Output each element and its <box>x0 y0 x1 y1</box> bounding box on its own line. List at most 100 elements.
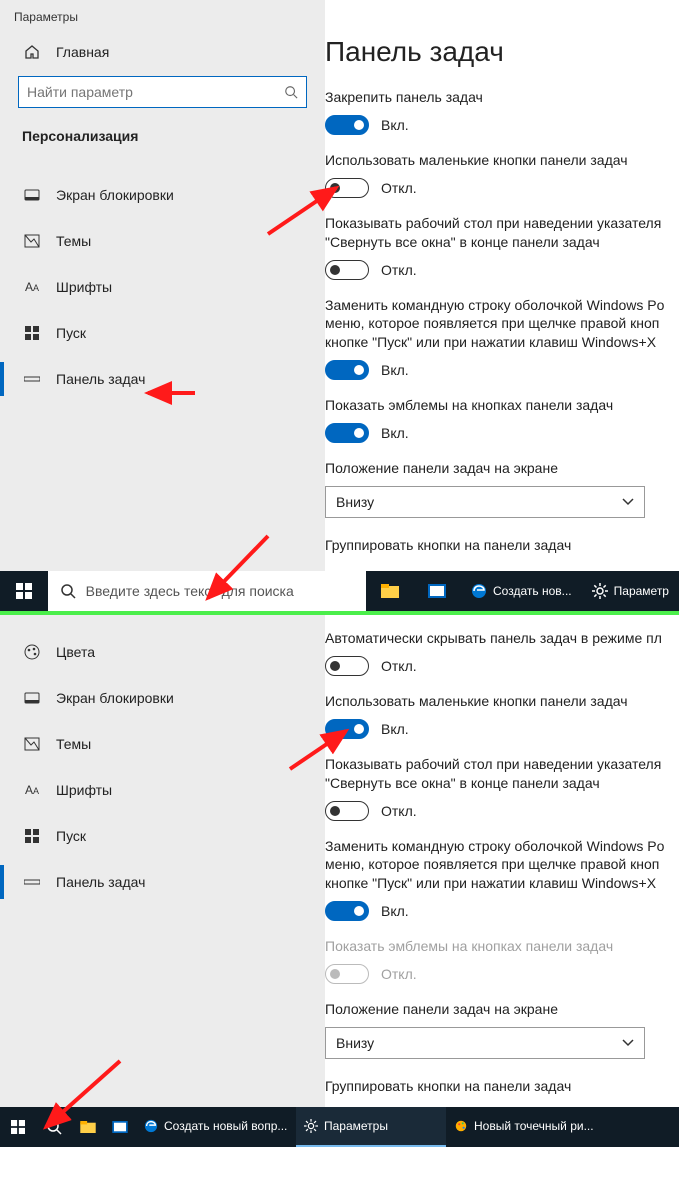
sidebar-item-colors[interactable]: Цвета <box>0 629 325 675</box>
search-input[interactable] <box>18 76 307 108</box>
taskbar-edge[interactable]: Создать нов... <box>461 571 582 611</box>
themes-icon <box>22 234 42 248</box>
toggle-auto-hide[interactable] <box>325 656 369 676</box>
toggle-powershell[interactable] <box>325 360 369 380</box>
taskbar: Введите здесь текст для поиска Создать н… <box>0 571 679 611</box>
taskbar-icon <box>22 877 42 887</box>
setting-label-badges: Показать эмблемы на кнопках панели задач <box>325 396 679 415</box>
taskbar: Создать новый вопр... Параметры Новый то… <box>0 1107 679 1147</box>
toggle-state: Откл. <box>381 262 417 278</box>
sidebar-item-lock-screen[interactable]: Экран блокировки <box>0 172 325 218</box>
toggle-state: Вкл. <box>381 721 409 737</box>
lock-screen-icon <box>22 692 42 704</box>
taskbar-paint-label: Новый точечный ри... <box>474 1119 594 1133</box>
search-field[interactable] <box>27 84 284 100</box>
settings-content: Автоматически скрывать панель задач в ре… <box>325 615 679 1147</box>
setting-label-auto-hide: Автоматически скрывать панель задач в ре… <box>325 629 679 648</box>
lock-screen-icon <box>22 189 42 201</box>
sidebar-item-lock-screen[interactable]: Экран блокировки <box>0 675 325 721</box>
nav-label: Экран блокировки <box>56 690 174 706</box>
toggle-badges-disabled <box>325 964 369 984</box>
settings-content: Панель задач Закрепить панель задач Вкл.… <box>325 0 679 611</box>
settings-sidebar: Параметры Главная Персонализация Э <box>0 0 325 611</box>
sidebar-item-start[interactable]: Пуск <box>0 813 325 859</box>
colors-icon <box>22 644 42 660</box>
toggle-peek[interactable] <box>325 260 369 280</box>
setting-label-lock-taskbar: Закрепить панель задач <box>325 88 679 107</box>
start-button[interactable] <box>0 571 48 611</box>
toggle-state: Вкл. <box>381 117 409 133</box>
toggle-state: Вкл. <box>381 425 409 441</box>
taskbar-settings[interactable]: Параметр <box>582 571 679 611</box>
taskbar-search-placeholder: Введите здесь текст для поиска <box>86 583 294 599</box>
nav-label: Пуск <box>56 325 86 341</box>
nav-label: Цвета <box>56 644 95 660</box>
dropdown-value: Внизу <box>336 1035 374 1051</box>
section-header: Персонализация <box>0 122 325 150</box>
home-icon <box>22 44 42 60</box>
setting-label-group: Группировать кнопки на панели задач <box>325 536 679 555</box>
toggle-small-buttons[interactable] <box>325 178 369 198</box>
start-icon <box>22 326 42 340</box>
nav-label: Шрифты <box>56 782 112 798</box>
taskbar-settings-label: Параметры <box>324 1119 388 1133</box>
nav-label: Пуск <box>56 828 86 844</box>
toggle-powershell[interactable] <box>325 901 369 921</box>
dropdown-position[interactable]: Внизу <box>325 1027 645 1059</box>
sidebar-item-themes[interactable]: Темы <box>0 721 325 767</box>
taskbar-paint[interactable]: Новый точечный ри... <box>446 1107 606 1147</box>
start-icon <box>22 829 42 843</box>
setting-label-badges: Показать эмблемы на кнопках панели задач <box>325 937 679 956</box>
page-title: Панель задач <box>325 36 679 88</box>
toggle-lock-taskbar[interactable] <box>325 115 369 135</box>
fonts-icon: AA <box>22 783 42 797</box>
toggle-state: Откл. <box>381 966 417 982</box>
dropdown-value: Внизу <box>336 494 374 510</box>
taskbar-explorer[interactable] <box>366 571 414 611</box>
setting-label-peek: Показывать рабочий стол при наведении ук… <box>325 214 679 252</box>
setting-label-small-buttons: Использовать маленькие кнопки панели зад… <box>325 151 679 170</box>
sidebar-item-fonts[interactable]: AA Шрифты <box>0 767 325 813</box>
toggle-state: Откл. <box>381 180 417 196</box>
setting-label-group: Группировать кнопки на панели задач <box>325 1077 679 1096</box>
setting-label-powershell: Заменить командную строку оболочкой Wind… <box>325 296 679 353</box>
nav-label: Панель задач <box>56 371 145 387</box>
sidebar-item-fonts[interactable]: AA Шрифты <box>0 264 325 310</box>
dropdown-position[interactable]: Внизу <box>325 486 645 518</box>
sidebar-item-start[interactable]: Пуск <box>0 310 325 356</box>
toggle-state: Откл. <box>381 803 417 819</box>
toggle-state: Вкл. <box>381 362 409 378</box>
taskbar-mail[interactable] <box>104 1107 136 1147</box>
nav-label: Панель задач <box>56 874 145 890</box>
taskbar-settings-label: Параметр <box>614 584 669 598</box>
taskbar-search-box[interactable]: Введите здесь текст для поиска <box>48 571 366 611</box>
toggle-state: Откл. <box>381 658 417 674</box>
taskbar-icon <box>22 374 42 384</box>
window-title: Параметры <box>0 10 325 36</box>
sidebar-item-taskbar[interactable]: Панель задач <box>0 356 325 402</box>
setting-label-small-buttons: Использовать маленькие кнопки панели зад… <box>325 692 679 711</box>
chevron-down-icon <box>622 1039 634 1047</box>
start-button[interactable] <box>0 1107 36 1147</box>
toggle-badges[interactable] <box>325 423 369 443</box>
home-nav[interactable]: Главная <box>0 36 325 68</box>
toggle-small-buttons[interactable] <box>325 719 369 739</box>
setting-label-position: Положение панели задач на экране <box>325 1000 679 1019</box>
taskbar-settings[interactable]: Параметры <box>296 1107 446 1147</box>
taskbar-edge[interactable]: Создать новый вопр... <box>136 1107 296 1147</box>
taskbar-edge-label: Создать нов... <box>493 584 572 598</box>
nav-label: Темы <box>56 736 91 752</box>
toggle-state: Вкл. <box>381 903 409 919</box>
sidebar-item-taskbar[interactable]: Панель задач <box>0 859 325 905</box>
search-icon <box>284 85 298 99</box>
search-icon <box>60 583 76 599</box>
taskbar-search-icon[interactable] <box>36 1107 72 1147</box>
toggle-peek[interactable] <box>325 801 369 821</box>
taskbar-edge-label: Создать новый вопр... <box>164 1119 287 1133</box>
setting-label-powershell: Заменить командную строку оболочкой Wind… <box>325 837 679 894</box>
sidebar-item-themes[interactable]: Темы <box>0 218 325 264</box>
setting-label-peek: Показывать рабочий стол при наведении ук… <box>325 755 679 793</box>
chevron-down-icon <box>622 498 634 506</box>
taskbar-explorer[interactable] <box>72 1107 104 1147</box>
taskbar-mail[interactable] <box>413 571 461 611</box>
